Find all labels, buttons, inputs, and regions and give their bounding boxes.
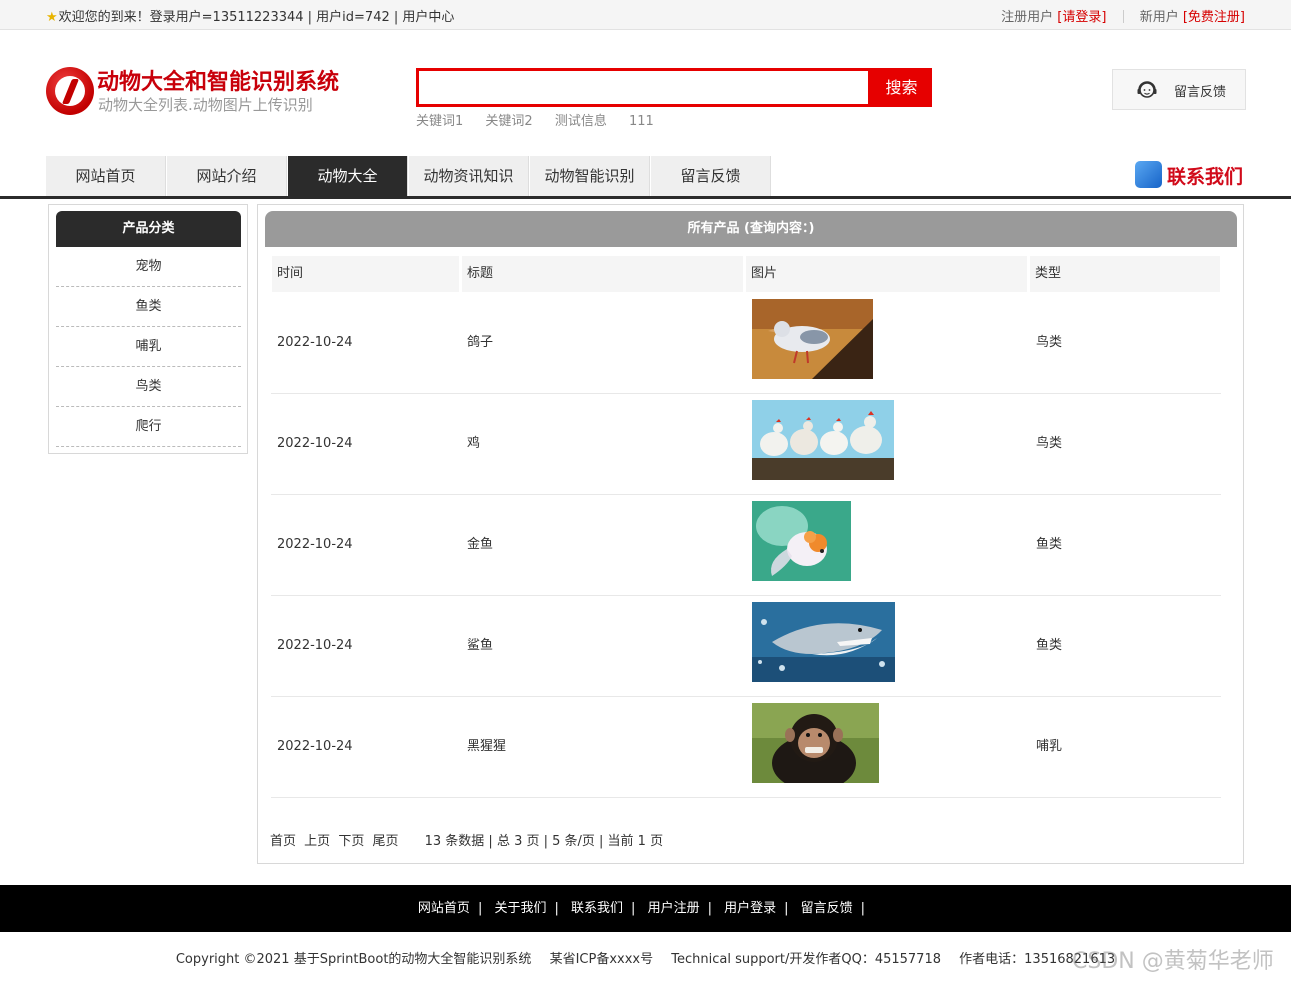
page-summary: 13 条数据 | 总 3 页 | 5 条/页 | 当前 1 页 [424, 834, 664, 849]
row-date: 2022-10-24 [277, 436, 353, 451]
table-row: 2022-10-24 黑猩猩 哺乳 [271, 697, 1221, 798]
nav-divider [0, 196, 1291, 199]
support-text: Technical support/开发作者QQ：45157718 [671, 952, 942, 967]
row-date: 2022-10-24 [277, 739, 353, 754]
search-button[interactable]: 搜索 [871, 68, 932, 107]
footer-link-login[interactable]: 用户登录 [724, 901, 776, 916]
row-title[interactable]: 鲨鱼 [467, 596, 493, 696]
customer-service-icon [1137, 81, 1157, 98]
column-header-time: 时间 [272, 256, 459, 292]
table-row: 2022-10-24 鲨鱼 鱼类 [271, 596, 1221, 697]
column-header-image: 图片 [746, 256, 1027, 292]
star-icon: ★ [46, 10, 58, 25]
category-item-mammals[interactable]: 哺乳 [56, 327, 241, 367]
footer-link-home[interactable]: 网站首页 [418, 901, 470, 916]
row-type: 鱼类 [1036, 638, 1063, 653]
row-title[interactable]: 黑猩猩 [467, 697, 506, 797]
account-links: 注册用户 [请登录] 新用户 [免费注册] [1001, 6, 1245, 25]
keyword-link[interactable]: 111 [629, 114, 654, 129]
keyword-link[interactable]: 关键词2 [485, 114, 532, 129]
nav-about[interactable]: 网站介绍 [167, 156, 287, 196]
icp-text: 某省ICP备xxxx号 [549, 952, 654, 967]
row-title[interactable]: 鸡 [467, 394, 480, 494]
login-link[interactable]: [请登录] [1057, 10, 1106, 25]
nav-animals[interactable]: 动物大全 [288, 156, 408, 196]
sidebar-title: 产品分类 [56, 211, 241, 247]
table-row: 2022-10-24 鸡 鸟类 [271, 394, 1221, 495]
new-user-label: 新用户 [1139, 10, 1179, 25]
search-box [416, 68, 871, 107]
nav-recognition[interactable]: 动物智能识别 [530, 156, 650, 196]
welcome-text: ★欢迎您的到来！登录用户=13511223344 | 用户id=742 | 用户… [46, 6, 454, 25]
footer-link-contact[interactable]: 联系我们 [571, 901, 623, 916]
hot-keywords: 关键词1 关键词2 测试信息 111 [416, 110, 672, 129]
row-type: 哺乳 [1036, 739, 1063, 754]
footer-link-register[interactable]: 用户注册 [648, 901, 700, 916]
footer-link-about[interactable]: 关于我们 [494, 901, 546, 916]
page-first-link[interactable]: 首页 [270, 834, 296, 849]
welcome-message[interactable]: 欢迎您的到来！登录用户=13511223344 | 用户id=742 | 用户中… [59, 10, 455, 25]
site-logo-icon[interactable] [46, 67, 94, 115]
row-type: 鸟类 [1036, 436, 1063, 451]
column-header-type: 类型 [1030, 256, 1220, 292]
contact-label: 联系我们 [1167, 166, 1244, 188]
table-row: 2022-10-24 金鱼 鱼类 [271, 495, 1221, 596]
pigeon-photo[interactable] [752, 299, 873, 379]
row-title[interactable]: 金鱼 [467, 495, 493, 595]
feedback-label: 留言反馈 [1174, 85, 1227, 100]
page-next-link[interactable]: 下页 [338, 834, 364, 849]
csdn-watermark: CSDN @黄菊华老师 [1072, 949, 1274, 974]
signup-link[interactable]: [免费注册] [1183, 10, 1245, 25]
phone-icon [1135, 161, 1162, 188]
category-item-reptiles[interactable]: 爬行 [56, 407, 241, 447]
category-item-pets[interactable]: 宠物 [56, 247, 241, 287]
feedback-button[interactable]: 留言反馈 [1112, 69, 1246, 110]
divider [1122, 10, 1124, 23]
footer-nav: 网站首页 | 关于我们 | 联系我们 | 用户注册 | 用户登录 | 留言反馈 | [0, 885, 1291, 932]
page-prev-link[interactable]: 上页 [304, 834, 330, 849]
column-header-title: 标题 [462, 256, 743, 292]
row-date: 2022-10-24 [277, 537, 353, 552]
nav-news[interactable]: 动物资讯知识 [409, 156, 529, 196]
row-title[interactable]: 鸽子 [467, 293, 493, 393]
chickens-photo[interactable] [752, 400, 894, 480]
shark-photo[interactable] [752, 602, 895, 682]
keyword-link[interactable]: 关键词1 [416, 114, 463, 129]
footer-link-feedback[interactable]: 留言反馈 [801, 901, 853, 916]
panel-title: 所有产品 (查询内容：) [265, 211, 1237, 247]
nav-feedback[interactable]: 留言反馈 [651, 156, 771, 196]
row-date: 2022-10-24 [277, 335, 353, 350]
goldfish-photo[interactable] [752, 501, 851, 581]
row-type: 鱼类 [1036, 537, 1063, 552]
category-sidebar: 产品分类 宠物 鱼类 哺乳 鸟类 爬行 [48, 204, 248, 454]
search-input[interactable] [419, 71, 868, 104]
register-user-label: 注册用户 [1001, 10, 1054, 25]
row-type: 鸟类 [1036, 335, 1063, 350]
category-item-birds[interactable]: 鸟类 [56, 367, 241, 407]
keyword-link[interactable]: 测试信息 [555, 114, 607, 129]
row-date: 2022-10-24 [277, 638, 353, 653]
nav-home[interactable]: 网站首页 [46, 156, 166, 196]
copyright-text: Copyright ©2021 基于SprintBoot的动物大全智能识别系统 [175, 952, 532, 967]
site-subtitle: 动物大全列表.动物图片上传识别 [98, 96, 313, 114]
table-row: 2022-10-24 鸽子 鸟类 [271, 293, 1221, 394]
product-list-panel: 所有产品 (查询内容：) 时间 标题 图片 类型 2022-10-24 鸽子 鸟… [257, 204, 1244, 864]
chimpanzee-photo[interactable] [752, 703, 879, 783]
pagination: 首页 上页 下页 尾页 13 条数据 | 总 3 页 | 5 条/页 | 当前 … [270, 830, 663, 849]
category-item-fish[interactable]: 鱼类 [56, 287, 241, 327]
page-last-link[interactable]: 尾页 [372, 834, 398, 849]
site-title[interactable]: 动物大全和智能识别系统 [97, 64, 339, 96]
top-bar: ★欢迎您的到来！登录用户=13511223344 | 用户id=742 | 用户… [0, 0, 1291, 30]
